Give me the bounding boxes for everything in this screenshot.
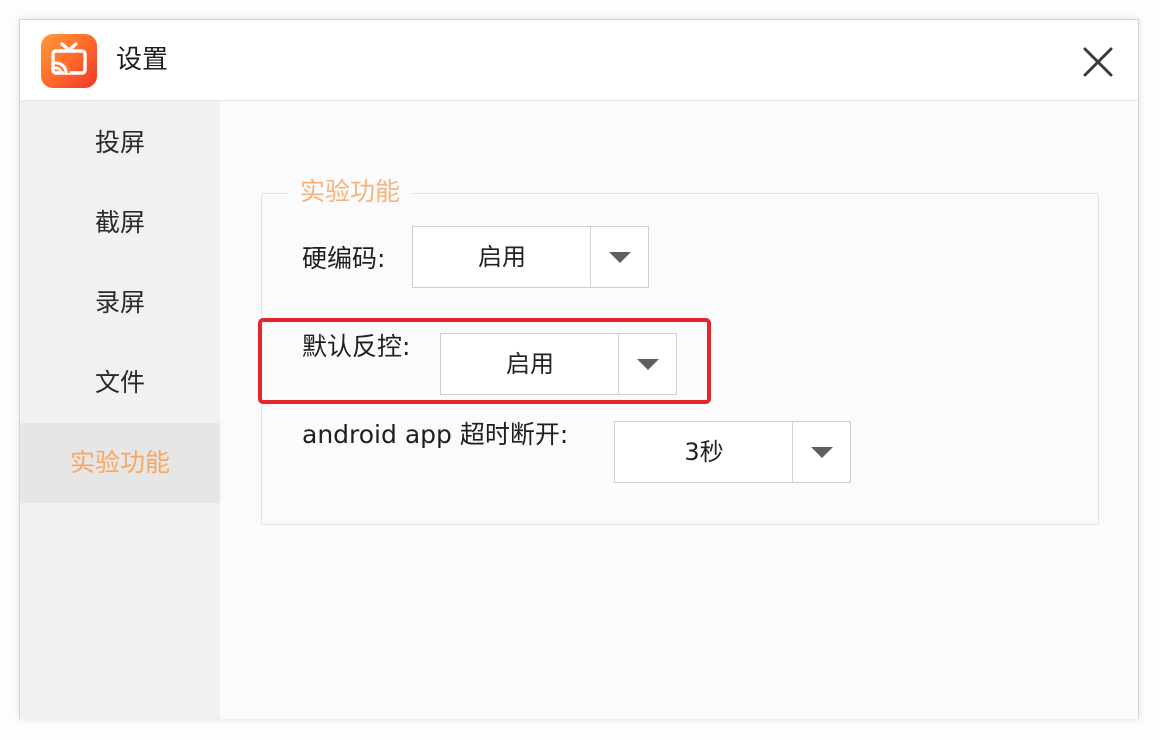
group-title: 实验功能 xyxy=(288,175,413,209)
hardware-encoding-value: 启用 xyxy=(478,243,526,271)
sidebar-item-screenshot[interactable]: 截屏 xyxy=(20,183,220,263)
default-reverse-control-value: 启用 xyxy=(506,350,554,378)
sidebar-item-experimental[interactable]: 实验功能 xyxy=(20,423,220,503)
android-timeout-value: 3秒 xyxy=(684,438,724,466)
android-timeout-label: android app 超时断开: xyxy=(302,420,569,449)
chevron-down-icon xyxy=(637,359,659,370)
sidebar-item-record[interactable]: 录屏 xyxy=(20,263,220,343)
window-title: 设置 xyxy=(116,45,169,75)
sidebar: 投屏 截屏 录屏 文件 实验功能 xyxy=(20,101,220,719)
hardware-encoding-select[interactable]: 启用 xyxy=(412,226,649,288)
sidebar-item-cast[interactable]: 投屏 xyxy=(20,103,220,183)
hardware-encoding-label: 硬编码: xyxy=(302,244,386,273)
cast-screen-icon xyxy=(41,34,97,88)
settings-window: 设置 投屏 截屏 录屏 文件 实验功能 实验功能 硬编码: 启用 默认反控: 启… xyxy=(19,19,1139,719)
dropdown-button[interactable] xyxy=(618,334,676,394)
close-icon[interactable] xyxy=(1078,42,1118,82)
dropdown-button[interactable] xyxy=(792,422,850,482)
default-reverse-control-label: 默认反控: xyxy=(302,332,411,361)
title-bar: 设置 xyxy=(20,20,1138,101)
chevron-down-icon xyxy=(609,252,631,263)
settings-content: 实验功能 硬编码: 启用 默认反控: 启用 android app 超时断开: … xyxy=(220,101,1138,719)
android-timeout-select[interactable]: 3秒 xyxy=(614,421,851,483)
chevron-down-icon xyxy=(811,447,833,458)
sidebar-item-files[interactable]: 文件 xyxy=(20,343,220,423)
default-reverse-control-select[interactable]: 启用 xyxy=(440,333,677,395)
dropdown-button[interactable] xyxy=(590,227,648,287)
